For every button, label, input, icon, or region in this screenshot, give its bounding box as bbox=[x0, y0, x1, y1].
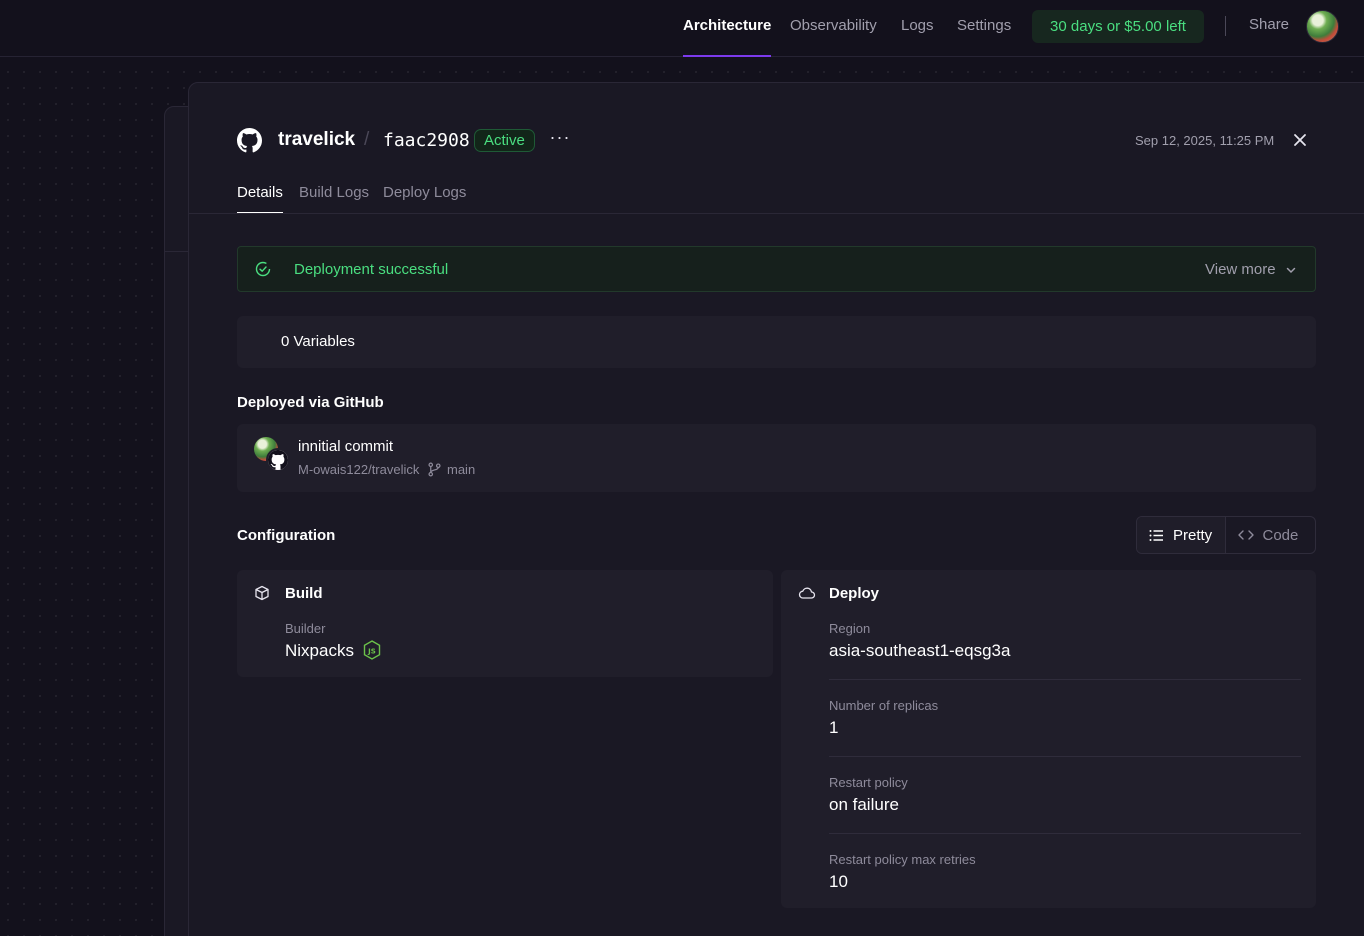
restart-policy-label: Restart policy bbox=[829, 775, 908, 790]
repository-link[interactable]: M-owais122/travelick bbox=[298, 462, 419, 477]
nav-tab-architecture[interactable]: Architecture bbox=[683, 0, 772, 57]
project-name[interactable]: travelick bbox=[278, 129, 355, 151]
pretty-view-label: Pretty bbox=[1173, 526, 1213, 544]
deployment-status-banner: Deployment successful View more bbox=[237, 246, 1316, 292]
code-view-label: Code bbox=[1262, 526, 1299, 544]
branch-name[interactable]: main bbox=[447, 462, 475, 477]
source-heading: Deployed via GitHub bbox=[237, 394, 384, 411]
status-badge: Active bbox=[474, 129, 535, 152]
view-mode-toggle: Pretty Code bbox=[1136, 516, 1316, 554]
nav-tab-settings[interactable]: Settings bbox=[957, 0, 1011, 57]
git-branch-icon bbox=[427, 462, 442, 477]
breadcrumb-separator: / bbox=[364, 129, 370, 150]
list-icon bbox=[1149, 529, 1163, 541]
share-button[interactable]: Share bbox=[1249, 16, 1289, 33]
trial-usage-badge[interactable]: 30 days or $5.00 left bbox=[1032, 10, 1204, 43]
max-retries-label: Restart policy max retries bbox=[829, 852, 976, 867]
close-icon[interactable] bbox=[1289, 129, 1311, 151]
top-navigation-bar: Architecture Observability Logs Settings… bbox=[0, 0, 1364, 57]
build-card-title: Build bbox=[285, 585, 323, 602]
build-config-card: Build Builder Nixpacks JS bbox=[237, 570, 773, 677]
commit-message[interactable]: innitial commit bbox=[298, 438, 393, 455]
tabs-divider bbox=[189, 213, 1364, 214]
chevron-down-icon[interactable] bbox=[1285, 263, 1297, 275]
region-label: Region bbox=[829, 621, 871, 636]
tab-build-logs[interactable]: Build Logs bbox=[299, 184, 369, 212]
max-retries-value: 10 bbox=[829, 872, 848, 891]
github-icon bbox=[237, 128, 262, 153]
package-icon bbox=[254, 585, 270, 601]
github-icon bbox=[266, 448, 290, 472]
deployment-timestamp: Sep 12, 2025, 11:25 PM bbox=[1135, 133, 1275, 148]
nav-tab-logs[interactable]: Logs bbox=[901, 0, 934, 57]
deploy-config-card: Deploy Region asia-southeast1-eqsg3a Num… bbox=[781, 570, 1316, 908]
more-options-button[interactable]: ··· bbox=[547, 127, 573, 153]
deployment-status-message: Deployment successful bbox=[294, 261, 449, 278]
deployment-details-panel: travelick / faac2908 Active ··· Sep 12, … bbox=[188, 82, 1364, 936]
restart-policy-value: on failure bbox=[829, 795, 899, 814]
deploy-card-title: Deploy bbox=[829, 585, 880, 602]
code-view-button[interactable]: Code bbox=[1226, 517, 1316, 553]
variables-summary[interactable]: 0 Variables bbox=[237, 316, 1316, 368]
svg-text:JS: JS bbox=[367, 648, 376, 656]
tab-details[interactable]: Details bbox=[237, 184, 283, 214]
check-circle-icon bbox=[255, 261, 271, 277]
cloud-icon bbox=[798, 585, 816, 601]
region-value: asia-southeast1-eqsg3a bbox=[829, 641, 1011, 660]
replicas-label: Number of replicas bbox=[829, 698, 939, 713]
builder-label: Builder bbox=[285, 621, 326, 636]
field-divider bbox=[829, 833, 1301, 834]
view-more-button[interactable]: View more bbox=[1205, 261, 1276, 278]
variables-count: 0 Variables bbox=[281, 333, 355, 350]
replicas-value: 1 bbox=[829, 718, 839, 737]
field-divider bbox=[829, 756, 1301, 757]
code-icon bbox=[1237, 530, 1254, 540]
pretty-view-button[interactable]: Pretty bbox=[1137, 517, 1226, 553]
user-avatar[interactable] bbox=[1306, 10, 1339, 43]
nav-divider bbox=[1225, 16, 1226, 36]
commit-info-card[interactable]: innitial commit M-owais122/travelick mai… bbox=[237, 424, 1316, 492]
field-divider bbox=[829, 679, 1301, 680]
nodejs-icon: JS bbox=[363, 640, 381, 660]
tab-deploy-logs[interactable]: Deploy Logs bbox=[383, 184, 466, 212]
nav-tab-observability[interactable]: Observability bbox=[790, 0, 877, 57]
builder-value: Nixpacks bbox=[285, 641, 354, 660]
configuration-heading: Configuration bbox=[237, 527, 336, 544]
commit-hash: faac2908 bbox=[383, 130, 470, 151]
